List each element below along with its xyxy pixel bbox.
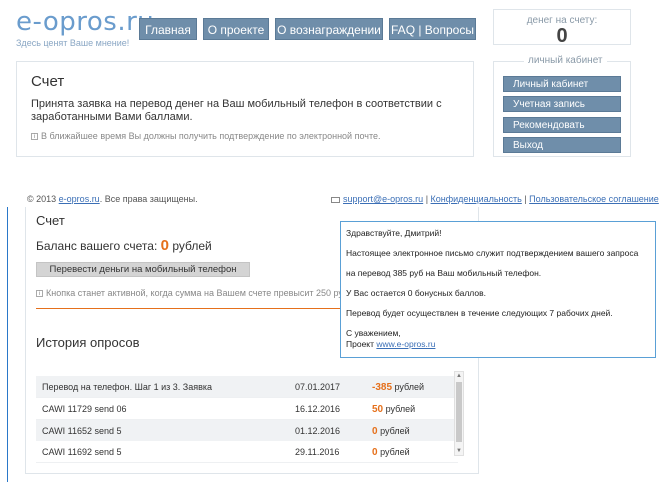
row-amount: -385 рублей [372,376,424,399]
email-regards: С уважением, [346,328,401,338]
notice-text: Принята заявка на перевод денег на Ваш м… [31,98,442,123]
mail-icon [331,196,340,203]
row-name: CAWI 11692 send 5 [42,447,122,457]
row-amount-value: 0 [372,447,378,458]
account-title: Счет [36,213,65,228]
footer-agreement-link[interactable]: Пользовательское соглашение [529,194,659,204]
nav-faq-button[interactable]: FAQ | Вопросы [389,18,476,40]
scrollbar-thumb[interactable] [456,382,462,442]
logo-tagline: Здесь ценят Ваше мнение! [16,38,130,48]
row-amount-unit: рублей [380,426,410,436]
account-balance-value: 0 [160,237,169,254]
copyright-prefix: © 2013 [27,194,57,204]
cabinet-logout-button[interactable]: Выход [503,137,621,153]
history-title: История опросов [36,335,140,350]
transfer-to-phone-button[interactable]: Перевести деньги на мобильный телефон [36,262,250,277]
site-logo[interactable]: e-opros.ru Здесь ценят Ваше мнение! [16,8,154,48]
account-balance-label: Баланс вашего счета: [36,239,158,253]
table-row: CAWI 11652 send 5 01.12.2016 0 рублей [36,420,458,442]
email-greeting: Здравствуйте, Дмитрий! [346,228,442,238]
row-amount-value: 50 [372,404,384,415]
cabinet-home-button[interactable]: Личный кабинет [503,76,621,92]
info-icon: i [31,132,38,140]
nav-about-button[interactable]: О проекте [203,18,269,40]
cabinet-account-button[interactable]: Учетная запись [503,96,621,112]
scroll-up-icon[interactable]: ▲ [455,372,463,380]
table-row: CAWI 11692 send 5 29.11.2016 0 рублей [36,441,458,463]
row-amount: 50 рублей [372,398,415,421]
row-name: Перевод на телефон. Шаг 1 из 3. Заявка [42,382,213,392]
email-line: У Вас остается 0 бонусных баллов. [346,288,486,298]
row-amount-value: 0 [372,426,378,437]
email-line: Настоящее электронное письмо служит подт… [346,248,639,258]
footer-email-link[interactable]: support@e-opros.ru [343,194,423,204]
button-note: i Кнопка станет активной, когда сумма на… [36,288,366,298]
table-row: CAWI 11729 send 06 16.12.2016 50 рублей [36,398,458,420]
cabinet-recommend-button[interactable]: Рекомендовать [503,117,621,133]
email-project-link[interactable]: www.e-opros.ru [376,339,435,349]
notice-title: Счет [31,73,65,90]
account-balance-unit: рублей [172,239,212,253]
email-project-label: Проект [346,339,374,349]
scroll-down-icon[interactable]: ▼ [455,447,463,455]
footer-separator: | [423,194,431,204]
email-line: Перевод будет осуществлен в течение след… [346,308,613,318]
row-date: 07.01.2017 [295,382,341,392]
confirmation-email: Здравствуйте, Дмитрий! Настоящее электро… [340,221,656,358]
email-line: на перевод 385 руб на Ваш мобильный теле… [346,268,542,278]
row-name: CAWI 11729 send 06 [42,404,127,414]
email-signature: Проект www.e-opros.ru [346,339,651,349]
nav-reward-button[interactable]: О вознаграждении [275,18,383,40]
row-amount-unit: рублей [385,404,416,414]
footer-privacy-link[interactable]: Конфиденциальность [431,194,522,204]
row-date: 16.12.2016 [295,404,341,414]
footer-site-link[interactable]: e-opros.ru [59,194,100,204]
section-divider [7,207,8,482]
balance-value: 0 [556,25,568,47]
row-amount: 0 рублей [372,420,410,443]
notice-panel: Счет Принята заявка на перевод денег на … [16,61,474,157]
history-scrollbar[interactable]: ▲ ▼ [454,371,464,456]
table-row: Перевод на телефон. Шаг 1 из 3. Заявка 0… [36,376,458,398]
row-amount-value: -385 [372,382,393,393]
row-name: CAWI 11652 send 5 [42,426,122,436]
balance-box: денег на счету: 0 [493,9,631,47]
notice-note-text: В ближайшее время Вы должны получить под… [41,131,381,141]
footer-links: support@e-opros.ru | Конфиденциальность … [331,194,659,204]
info-icon: i [36,289,43,297]
row-amount-unit: рублей [394,382,425,392]
row-amount: 0 рублей [372,441,410,464]
copyright-suffix: . Все права защищены. [99,194,198,204]
logo-text: e-opros.ru [16,7,155,37]
row-amount-unit: рублей [380,447,410,457]
cabinet-label: личный кабинет [524,55,607,66]
footer-copyright: © 2013 e-opros.ru. Все права защищены. [27,194,198,204]
row-date: 29.11.2016 [295,447,340,457]
button-note-text: Кнопка станет активной, когда сумма на В… [46,288,366,298]
account-balance: Баланс вашего счета: 0 рублей [36,237,212,254]
nav-home-button[interactable]: Главная [139,18,197,40]
notice-note: i В ближайшее время Вы должны получить п… [31,131,380,141]
row-date: 01.12.2016 [295,426,341,436]
